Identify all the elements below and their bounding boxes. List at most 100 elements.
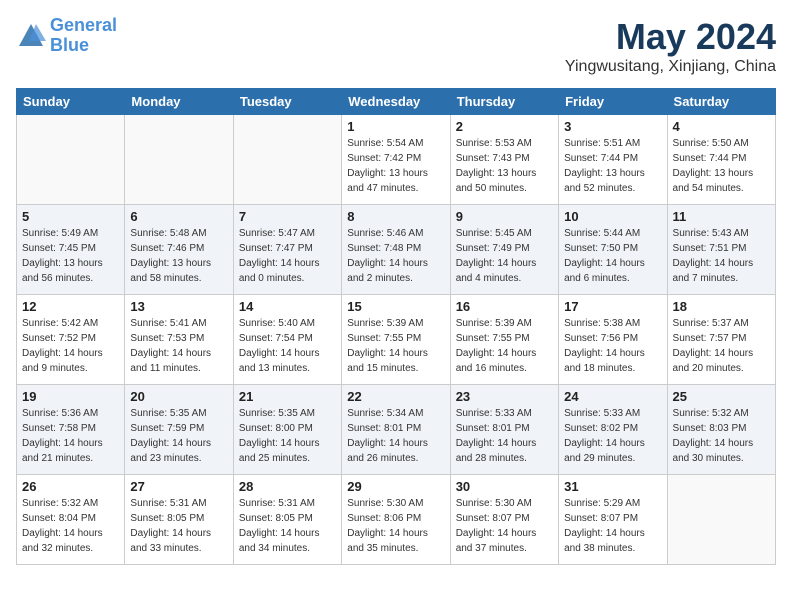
calendar-cell: 6Sunrise: 5:48 AM Sunset: 7:46 PM Daylig… xyxy=(125,205,233,295)
cell-info: Sunrise: 5:43 AM Sunset: 7:51 PM Dayligh… xyxy=(673,226,770,286)
cell-info: Sunrise: 5:40 AM Sunset: 7:54 PM Dayligh… xyxy=(239,316,336,376)
cell-info: Sunrise: 5:39 AM Sunset: 7:55 PM Dayligh… xyxy=(347,316,444,376)
calendar-cell: 30 Sunrise: 5:30 AM Sunset: 8:07 PM Dayli… xyxy=(450,475,558,565)
day-header-tuesday: Tuesday xyxy=(233,89,341,115)
day-number: 14 xyxy=(239,299,336,314)
day-number: 23 xyxy=(456,389,553,404)
cell-info: Sunrise: 5:32 AM Sunset: 8:03 PM Dayligh… xyxy=(673,406,770,466)
logo: General Blue xyxy=(16,16,117,56)
day-number: 29 xyxy=(347,479,444,494)
cell-info: Sunrise: 5:46 AM Sunset: 7:48 PM Dayligh… xyxy=(347,226,444,286)
calendar-cell: 5Sunrise: 5:49 AM Sunset: 7:45 PM Daylig… xyxy=(17,205,125,295)
day-number: 18 xyxy=(673,299,770,314)
calendar-cell: 29 Sunrise: 5:30 AM Sunset: 8:06 PM Dayli… xyxy=(342,475,450,565)
calendar-cell: 18 Sunrise: 5:37 AM Sunset: 7:57 PM Dayli… xyxy=(667,295,775,385)
cell-info: Sunrise: 5:53 AM Sunset: 7:43 PM Dayligh… xyxy=(456,136,553,196)
day-number: 2 xyxy=(456,119,553,134)
calendar-cell: 14 Sunrise: 5:40 AM Sunset: 7:54 PM Dayli… xyxy=(233,295,341,385)
cell-info: Sunrise: 5:45 AM Sunset: 7:49 PM Dayligh… xyxy=(456,226,553,286)
cell-info: Sunrise: 5:51 AM Sunset: 7:44 PM Dayligh… xyxy=(564,136,661,196)
day-number: 21 xyxy=(239,389,336,404)
calendar-cell: 17 Sunrise: 5:38 AM Sunset: 7:56 PM Dayli… xyxy=(559,295,667,385)
header-row: SundayMondayTuesdayWednesdayThursdayFrid… xyxy=(17,89,776,115)
calendar-cell xyxy=(233,115,341,205)
day-number: 6 xyxy=(130,209,227,224)
page-header: General Blue May 2024 Yingwusitang, Xinj… xyxy=(16,16,776,76)
day-number: 31 xyxy=(564,479,661,494)
calendar-cell: 26 Sunrise: 5:32 AM Sunset: 8:04 PM Dayli… xyxy=(17,475,125,565)
week-row-5: 26 Sunrise: 5:32 AM Sunset: 8:04 PM Dayli… xyxy=(17,475,776,565)
day-header-thursday: Thursday xyxy=(450,89,558,115)
day-number: 19 xyxy=(22,389,119,404)
calendar-cell: 22Sunrise: 5:34 AM Sunset: 8:01 PM Dayli… xyxy=(342,385,450,475)
day-header-wednesday: Wednesday xyxy=(342,89,450,115)
cell-info: Sunrise: 5:32 AM Sunset: 8:04 PM Dayligh… xyxy=(22,496,119,556)
cell-info: Sunrise: 5:50 AM Sunset: 7:44 PM Dayligh… xyxy=(673,136,770,196)
title-block: May 2024 Yingwusitang, Xinjiang, China xyxy=(565,16,776,76)
day-number: 28 xyxy=(239,479,336,494)
calendar-cell: 27Sunrise: 5:31 AM Sunset: 8:05 PM Dayli… xyxy=(125,475,233,565)
cell-info: Sunrise: 5:54 AM Sunset: 7:42 PM Dayligh… xyxy=(347,136,444,196)
cell-info: Sunrise: 5:47 AM Sunset: 7:47 PM Dayligh… xyxy=(239,226,336,286)
day-number: 27 xyxy=(130,479,227,494)
day-number: 24 xyxy=(564,389,661,404)
cell-info: Sunrise: 5:30 AM Sunset: 8:07 PM Dayligh… xyxy=(456,496,553,556)
day-header-sunday: Sunday xyxy=(17,89,125,115)
cell-info: Sunrise: 5:29 AM Sunset: 8:07 PM Dayligh… xyxy=(564,496,661,556)
calendar-cell: 9 Sunrise: 5:45 AM Sunset: 7:49 PM Daylig… xyxy=(450,205,558,295)
calendar-cell xyxy=(667,475,775,565)
calendar-cell: 24 Sunrise: 5:33 AM Sunset: 8:02 PM Dayli… xyxy=(559,385,667,475)
day-number: 3 xyxy=(564,119,661,134)
day-header-monday: Monday xyxy=(125,89,233,115)
calendar-cell: 25 Sunrise: 5:32 AM Sunset: 8:03 PM Dayli… xyxy=(667,385,775,475)
calendar-cell: 3 Sunrise: 5:51 AM Sunset: 7:44 PM Daylig… xyxy=(559,115,667,205)
day-number: 25 xyxy=(673,389,770,404)
calendar-cell: 1 Sunrise: 5:54 AM Sunset: 7:42 PM Daylig… xyxy=(342,115,450,205)
cell-info: Sunrise: 5:41 AM Sunset: 7:53 PM Dayligh… xyxy=(130,316,227,376)
day-number: 10 xyxy=(564,209,661,224)
day-header-friday: Friday xyxy=(559,89,667,115)
cell-info: Sunrise: 5:30 AM Sunset: 8:06 PM Dayligh… xyxy=(347,496,444,556)
calendar-cell: 28 Sunrise: 5:31 AM Sunset: 8:05 PM Dayli… xyxy=(233,475,341,565)
logo-blue: Blue xyxy=(50,35,89,55)
cell-info: Sunrise: 5:35 AM Sunset: 8:00 PM Dayligh… xyxy=(239,406,336,466)
calendar-cell: 31 Sunrise: 5:29 AM Sunset: 8:07 PM Dayli… xyxy=(559,475,667,565)
calendar-cell: 21 Sunrise: 5:35 AM Sunset: 8:00 PM Dayli… xyxy=(233,385,341,475)
day-number: 16 xyxy=(456,299,553,314)
cell-info: Sunrise: 5:33 AM Sunset: 8:01 PM Dayligh… xyxy=(456,406,553,466)
month-title: May 2024 xyxy=(565,16,776,58)
week-row-1: 1 Sunrise: 5:54 AM Sunset: 7:42 PM Daylig… xyxy=(17,115,776,205)
day-number: 1 xyxy=(347,119,444,134)
cell-info: Sunrise: 5:37 AM Sunset: 7:57 PM Dayligh… xyxy=(673,316,770,376)
cell-info: Sunrise: 5:42 AM Sunset: 7:52 PM Dayligh… xyxy=(22,316,119,376)
calendar-cell: 7 Sunrise: 5:47 AM Sunset: 7:47 PM Daylig… xyxy=(233,205,341,295)
day-header-saturday: Saturday xyxy=(667,89,775,115)
day-number: 9 xyxy=(456,209,553,224)
day-number: 30 xyxy=(456,479,553,494)
calendar-cell: 10Sunrise: 5:44 AM Sunset: 7:50 PM Dayli… xyxy=(559,205,667,295)
calendar-table: SundayMondayTuesdayWednesdayThursdayFrid… xyxy=(16,88,776,565)
calendar-cell: 4Sunrise: 5:50 AM Sunset: 7:44 PM Daylig… xyxy=(667,115,775,205)
calendar-cell: 20 Sunrise: 5:35 AM Sunset: 7:59 PM Dayli… xyxy=(125,385,233,475)
cell-info: Sunrise: 5:31 AM Sunset: 8:05 PM Dayligh… xyxy=(239,496,336,556)
cell-info: Sunrise: 5:35 AM Sunset: 7:59 PM Dayligh… xyxy=(130,406,227,466)
calendar-cell xyxy=(17,115,125,205)
day-number: 7 xyxy=(239,209,336,224)
day-number: 20 xyxy=(130,389,227,404)
week-row-3: 12 Sunrise: 5:42 AM Sunset: 7:52 PM Dayli… xyxy=(17,295,776,385)
calendar-cell: 16Sunrise: 5:39 AM Sunset: 7:55 PM Dayli… xyxy=(450,295,558,385)
logo-icon xyxy=(16,21,46,51)
cell-info: Sunrise: 5:38 AM Sunset: 7:56 PM Dayligh… xyxy=(564,316,661,376)
day-number: 17 xyxy=(564,299,661,314)
day-number: 12 xyxy=(22,299,119,314)
cell-info: Sunrise: 5:33 AM Sunset: 8:02 PM Dayligh… xyxy=(564,406,661,466)
calendar-cell: 2 Sunrise: 5:53 AM Sunset: 7:43 PM Daylig… xyxy=(450,115,558,205)
calendar-cell: 12 Sunrise: 5:42 AM Sunset: 7:52 PM Dayli… xyxy=(17,295,125,385)
logo-general: General xyxy=(50,15,117,35)
calendar-cell: 13Sunrise: 5:41 AM Sunset: 7:53 PM Dayli… xyxy=(125,295,233,385)
calendar-cell: 8Sunrise: 5:46 AM Sunset: 7:48 PM Daylig… xyxy=(342,205,450,295)
cell-info: Sunrise: 5:34 AM Sunset: 8:01 PM Dayligh… xyxy=(347,406,444,466)
calendar-cell: 15Sunrise: 5:39 AM Sunset: 7:55 PM Dayli… xyxy=(342,295,450,385)
day-number: 26 xyxy=(22,479,119,494)
calendar-cell: 23 Sunrise: 5:33 AM Sunset: 8:01 PM Dayli… xyxy=(450,385,558,475)
